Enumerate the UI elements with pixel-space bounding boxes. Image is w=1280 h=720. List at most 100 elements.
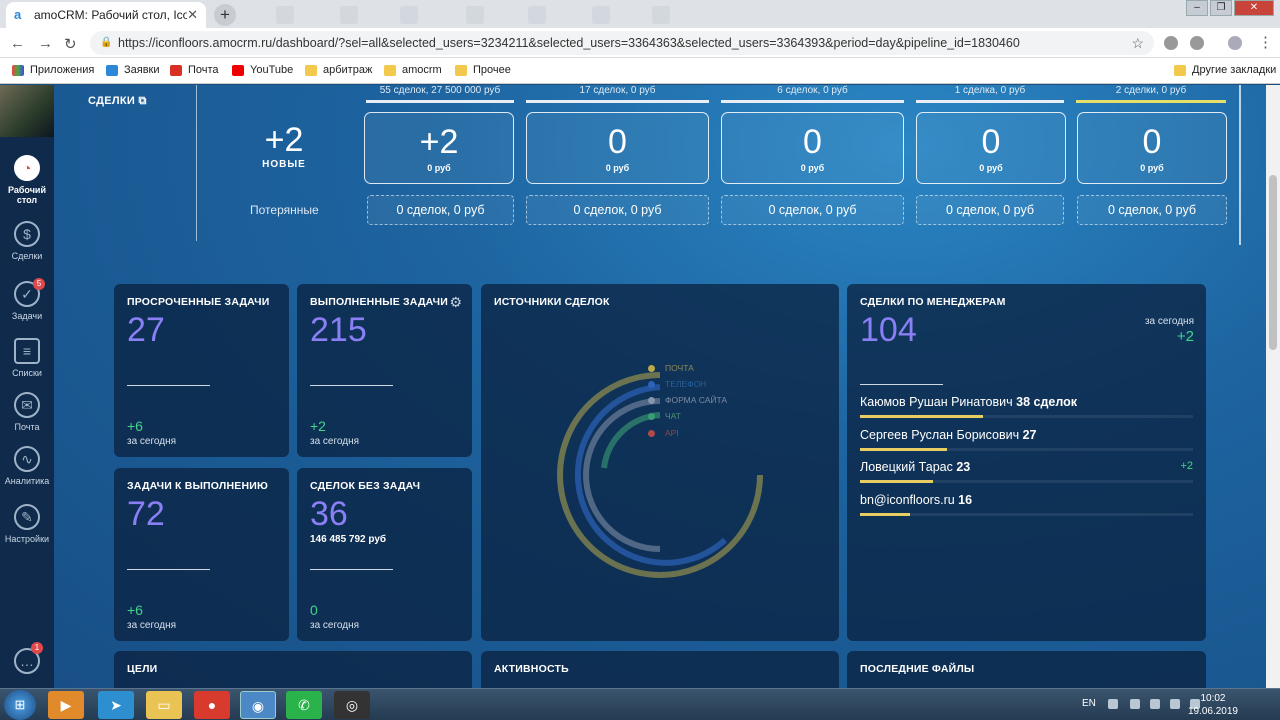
minimize-button[interactable]: – (1186, 0, 1208, 16)
stage-card[interactable]: 0 0 руб (526, 112, 709, 184)
legend-dot (648, 412, 655, 420)
widget-period: за сегодня (127, 620, 177, 631)
deals-by-managers-widget[interactable]: СДЕЛКИ ПО МЕНЕДЖЕРАМ 104 за сегодня +2 К… (847, 284, 1206, 641)
sidebar-item-settings[interactable]: ✎ Настройки (0, 504, 54, 544)
lost-cell[interactable]: 0 сделок, 0 руб (916, 195, 1064, 225)
forward-icon[interactable]: → (38, 35, 53, 52)
reload-icon[interactable]: ↻ (64, 35, 77, 53)
legend-item: ТЕЛЕФОН (648, 379, 706, 389)
clock-date: 19.06.2019 (1187, 706, 1238, 717)
language-indicator[interactable]: EN (1082, 698, 1096, 709)
legend-item: ПОЧТА (648, 363, 694, 373)
lost-cell[interactable]: 0 сделок, 0 руб (721, 195, 904, 225)
start-button[interactable]: ⊞ (4, 690, 36, 720)
url-text: https://iconfloors.amocrm.ru/dashboard/?… (118, 36, 1020, 50)
ghost-tab-icon (276, 6, 294, 24)
goals-widget[interactable]: ЦЕЛИ (114, 651, 472, 688)
manager-row[interactable]: Каюмов Рушан Ринатович 38 сделок (860, 395, 1193, 418)
stage-head: 55 сделок, 27 500 000 руб (379, 85, 501, 96)
browser-tab[interactable]: a amoCRM: Рабочий стол, Icon ✕ (6, 2, 206, 28)
back-icon[interactable]: ← (10, 35, 25, 52)
deal-sources-widget[interactable]: ИСТОЧНИКИ СДЕЛОК ПОЧТА ТЕЛЕФОН ФОРМА САЙ… (481, 284, 839, 641)
bookmark-star-icon[interactable]: ☆ (1131, 31, 1144, 55)
stage-card[interactable]: 0 0 руб (916, 112, 1066, 184)
widget-value: 104 (860, 311, 917, 349)
bookmark-item[interactable]: Заявки (106, 64, 160, 76)
done-tasks-widget[interactable]: ВЫПОЛНЕННЫЕ ЗАДАЧИ ⚙ 215 +2 за сегодня (297, 284, 472, 457)
gear-icon[interactable]: ⚙ (449, 294, 462, 311)
media-player-icon[interactable]: ▶ (48, 691, 84, 719)
ring-mail (557, 372, 763, 578)
bookmark-item[interactable]: Прочее (455, 64, 511, 76)
telegram-icon[interactable]: ➤ (98, 691, 134, 719)
stage-bar (721, 100, 904, 103)
sidebar-item-lists[interactable]: ≡ Списки (0, 338, 54, 378)
tray-icon[interactable] (1108, 699, 1118, 709)
bookmark-item[interactable]: YouTube (232, 64, 293, 76)
sidebar-item-analytics[interactable]: ∿ Аналитика (0, 446, 54, 486)
manager-name: Ловецкий Тарас (860, 460, 953, 474)
tomato-app-icon[interactable]: ● (194, 691, 230, 719)
lost-cell[interactable]: 0 сделок, 0 руб (526, 195, 709, 225)
todo-tasks-widget[interactable]: ЗАДАЧИ К ВЫПОЛНЕНИЮ 72 +6 за сегодня (114, 468, 289, 641)
bookmark-item[interactable]: Приложения (12, 64, 94, 76)
tray-icon[interactable] (1170, 699, 1180, 709)
stage-value: 0 (981, 123, 1001, 161)
manager-count: 23 (956, 460, 971, 474)
bookmark-item[interactable]: amocrm (384, 64, 442, 76)
activity-widget[interactable]: АКТИВНОСТЬ (481, 651, 839, 688)
legend-item: API (648, 428, 679, 438)
clock[interactable]: 10:02 19.06.2019 (1188, 692, 1238, 718)
clock-time: 10:02 (1200, 693, 1226, 704)
chat-badge: 1 (31, 642, 43, 654)
stage-card[interactable]: +2 0 руб (364, 112, 514, 184)
manager-row[interactable]: bn@iconfloors.ru 16 (860, 493, 1193, 516)
bookmark-item[interactable]: арбитраж (305, 64, 372, 76)
tray-icon[interactable] (1130, 699, 1140, 709)
extension-icon[interactable] (1164, 36, 1178, 50)
profile-icon[interactable] (1228, 36, 1242, 50)
whatsapp-icon[interactable]: ✆ (286, 691, 322, 719)
sidebar-item-tasks[interactable]: ✓ Задачи 5 (0, 278, 54, 321)
chat-button[interactable]: … 1 (0, 642, 54, 678)
deals-without-tasks-widget[interactable]: СДЕЛОК БЕЗ ЗАДАЧ 36 146 485 792 руб 0 за… (297, 468, 472, 641)
page-scrollbar[interactable] (1266, 85, 1280, 688)
overdue-tasks-widget[interactable]: ПРОСРОЧЕННЫЕ ЗАДАЧИ 27 +6 за сегодня (114, 284, 289, 457)
folder-icon (384, 64, 396, 76)
os-taskbar: ⊞ ▶ ➤ ▭ ● ◉ ✆ ◎ EN 10:02 19.06.2019 (0, 688, 1280, 720)
extension-icon[interactable] (1190, 36, 1204, 50)
recorder-icon[interactable]: ◎ (334, 691, 370, 719)
ghost-tab-icon (340, 6, 358, 24)
sidebar-item-deals[interactable]: $ Сделки (0, 221, 54, 261)
stage-card[interactable]: 0 0 руб (721, 112, 904, 184)
stage-head: 2 сделки, 0 руб (1115, 85, 1187, 96)
sidebar-item-dashboard[interactable]: ◔ Рабочий стол (0, 155, 54, 205)
close-window-button[interactable]: ✕ (1234, 0, 1274, 16)
chrome-icon[interactable]: ◉ (240, 691, 276, 719)
new-tab-button[interactable]: + (214, 4, 236, 26)
explorer-icon[interactable]: ▭ (146, 691, 182, 719)
sidebar-item-mail[interactable]: ✉ Почта (0, 392, 54, 432)
stage-card[interactable]: 0 0 руб (1077, 112, 1227, 184)
url-field[interactable]: 🔒 https://iconfloors.amocrm.ru/dashboard… (90, 31, 1154, 55)
manager-row[interactable]: Сергеев Руслан Борисович 27 (860, 428, 1193, 451)
widget-title: ПОСЛЕДНИЕ ФАЙЛЫ (860, 663, 975, 675)
lost-cell[interactable]: 0 сделок, 0 руб (1077, 195, 1227, 225)
close-tab-icon[interactable]: ✕ (187, 7, 198, 23)
stage-sum: 0 руб (1140, 163, 1164, 173)
manager-row[interactable]: Ловецкий Тарас 23 +2 (860, 460, 1193, 483)
maximize-button[interactable]: ❐ (1210, 0, 1232, 16)
youtube-icon (232, 64, 244, 76)
lost-cell[interactable]: 0 сделок, 0 руб (367, 195, 514, 225)
bookmark-item[interactable]: Почта (170, 64, 219, 76)
menu-icon[interactable]: ⋮ (1258, 33, 1273, 51)
recent-files-widget[interactable]: ПОСЛЕДНИЕ ФАЙЛЫ (847, 651, 1206, 688)
widget-title: ВЫПОЛНЕННЫЕ ЗАДАЧИ (310, 296, 448, 308)
other-bookmarks[interactable]: Другие закладки (1174, 64, 1276, 76)
deals-link[interactable]: СДЕЛКИ ⧉ (88, 95, 147, 108)
user-avatar[interactable] (0, 85, 54, 137)
tray-icon[interactable] (1150, 699, 1160, 709)
scrollbar-thumb[interactable] (1269, 175, 1277, 350)
stage-bar (526, 100, 709, 103)
stage-sum: 0 руб (800, 163, 825, 173)
